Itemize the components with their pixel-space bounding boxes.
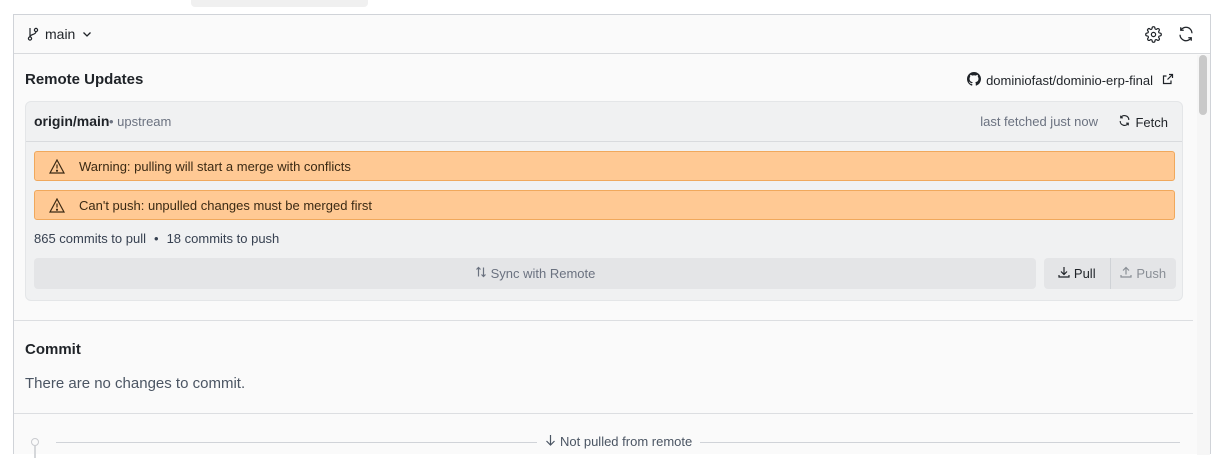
- push-count: 18 commits to push: [166, 231, 280, 246]
- upload-icon: [1120, 266, 1133, 281]
- refresh-icon[interactable]: [1177, 25, 1195, 43]
- toolbar: main: [14, 15, 1210, 54]
- merge-conflict-warning: Warning: pulling will start a merge with…: [34, 151, 1175, 181]
- top-tab-stub: [191, 0, 368, 7]
- repo-name: dominiofast/dominio-erp-final: [986, 72, 1153, 88]
- not-pulled-label: Not pulled from remote: [560, 434, 693, 449]
- sort-arrows-icon: [475, 266, 487, 281]
- remote-card: origin/main • upstream last fetched just…: [25, 101, 1183, 301]
- fetch-label: Fetch: [1135, 114, 1168, 130]
- warning-text: Can't push: unpulled changes must be mer…: [79, 197, 372, 213]
- commit-counts: 865 commits to pull • 18 commits to push: [34, 231, 279, 246]
- fetch-button[interactable]: Fetch: [1118, 111, 1168, 133]
- pull-push-group: Pull Push: [1044, 258, 1176, 289]
- push-button[interactable]: Push: [1111, 258, 1177, 289]
- pull-button[interactable]: Pull: [1044, 258, 1111, 289]
- count-separator: •: [154, 231, 159, 246]
- push-label: Push: [1136, 266, 1167, 281]
- refresh-icon: [1118, 114, 1131, 130]
- no-changes-message: There are no changes to commit.: [25, 375, 246, 392]
- scrollbar-thumb[interactable]: [1199, 55, 1207, 115]
- warning-icon: [35, 158, 79, 174]
- github-icon: [967, 71, 982, 89]
- arrow-down-icon: [545, 434, 556, 449]
- chevron-down-icon: [81, 28, 93, 40]
- last-fetched-text: last fetched just now: [980, 114, 1098, 129]
- upstream-tag: • upstream: [109, 114, 172, 129]
- remote-updates-title: Remote Updates: [25, 71, 144, 88]
- commit-graph-line: [34, 446, 36, 458]
- commit-graph-node: [31, 438, 39, 446]
- warning-text: Warning: pulling will start a merge with…: [79, 158, 351, 174]
- source-control-panel: main Remote Updates dominiofast/dominio-…: [13, 14, 1211, 458]
- pull-label: Pull: [1073, 266, 1096, 281]
- branch-name: main: [45, 26, 76, 42]
- warning-icon: [35, 197, 79, 213]
- sync-label: Sync with Remote: [490, 266, 596, 281]
- not-pulled-separator: Not pulled from remote: [537, 434, 701, 449]
- pull-count: 865 commits to pull: [34, 231, 146, 246]
- upstream-name: origin/main: [34, 113, 110, 129]
- sync-with-remote-button[interactable]: Sync with Remote: [34, 258, 1036, 289]
- push-blocked-warning: Can't push: unpulled changes must be mer…: [34, 190, 1175, 220]
- toolbar-actions: [1130, 15, 1210, 53]
- branch-selector[interactable]: main: [27, 23, 93, 45]
- external-link-icon: [1162, 73, 1174, 88]
- scrollbar[interactable]: [1197, 55, 1210, 455]
- gear-icon[interactable]: [1145, 25, 1163, 43]
- upstream-header: origin/main • upstream last fetched just…: [26, 102, 1182, 142]
- section-divider: [14, 320, 1193, 321]
- download-icon: [1058, 266, 1070, 281]
- section-divider: [14, 413, 1193, 414]
- branch-icon: [27, 27, 39, 41]
- commit-title: Commit: [25, 341, 81, 358]
- repo-link[interactable]: dominiofast/dominio-erp-final: [967, 71, 1174, 89]
